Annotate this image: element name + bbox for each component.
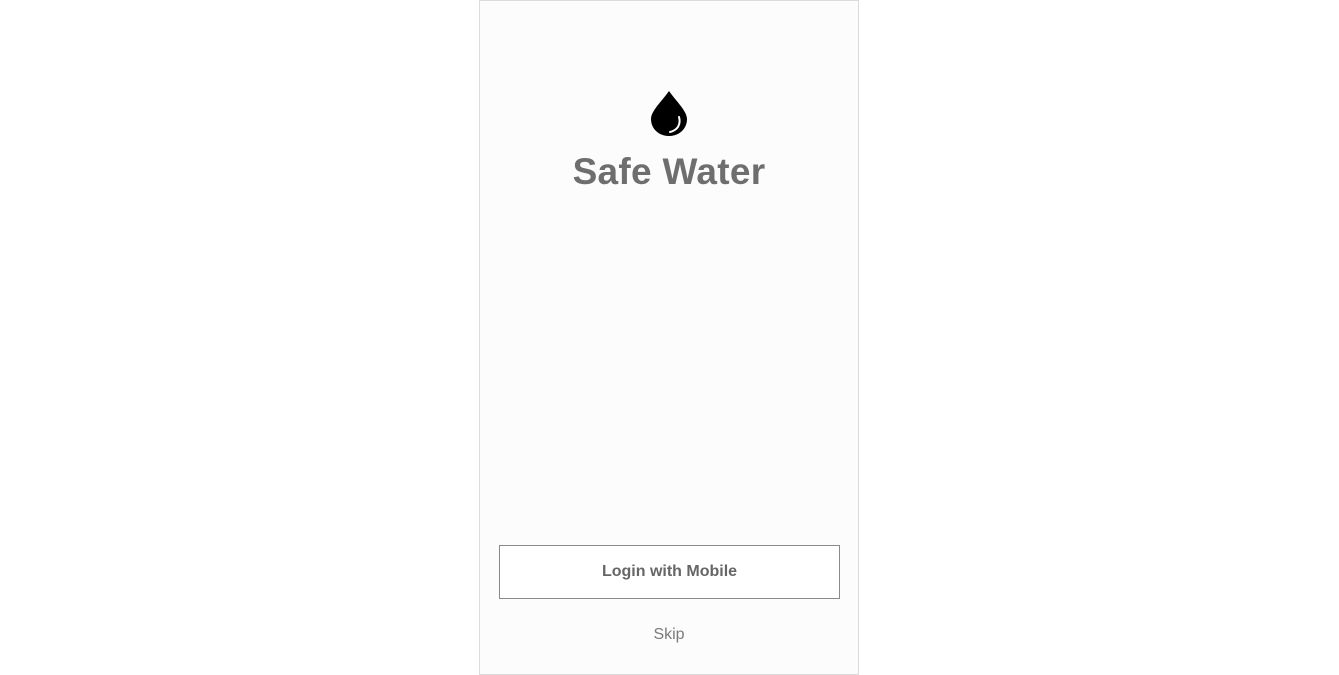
app-screen: Safe Water Login with Mobile Skip <box>479 0 859 675</box>
app-title: Safe Water <box>572 151 766 192</box>
login-with-mobile-button[interactable]: Login with Mobile <box>499 545 840 599</box>
login-button-label: Login with Mobile <box>601 563 738 580</box>
skip-link[interactable]: Skip <box>480 626 858 644</box>
water-drop-icon <box>650 89 688 137</box>
